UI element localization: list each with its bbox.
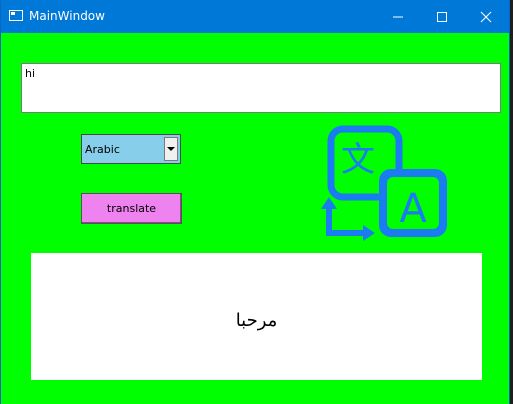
language-select-value: Arabic — [85, 143, 120, 156]
translate-button[interactable]: translate — [81, 193, 182, 224]
translate-icon: 文 A — [321, 125, 447, 241]
maximize-button[interactable] — [419, 0, 465, 33]
maximize-icon — [437, 11, 447, 22]
chevron-down-icon — [167, 147, 175, 151]
translation-output: مرحبا — [31, 253, 482, 380]
close-icon — [480, 11, 492, 22]
app-window-icon — [9, 10, 23, 21]
minimize-icon — [393, 16, 403, 17]
translate-icon-glyph-bottom: A — [399, 186, 427, 232]
source-text-input[interactable]: hi — [21, 63, 501, 113]
main-window: MainWindow hi Arabic translate 文 A مرحبا — [0, 0, 510, 404]
translate-icon-glyph-top: 文 — [341, 140, 375, 180]
close-button[interactable] — [463, 0, 509, 33]
minimize-button[interactable] — [375, 0, 421, 33]
title-bar[interactable]: MainWindow — [1, 0, 509, 33]
language-select[interactable]: Arabic — [81, 134, 181, 164]
translate-button-label: translate — [106, 202, 157, 215]
translation-output-text: مرحبا — [235, 310, 278, 331]
window-title: MainWindow — [29, 9, 105, 23]
language-select-dropdown-button[interactable] — [164, 137, 178, 161]
source-text-value: hi — [25, 67, 36, 80]
